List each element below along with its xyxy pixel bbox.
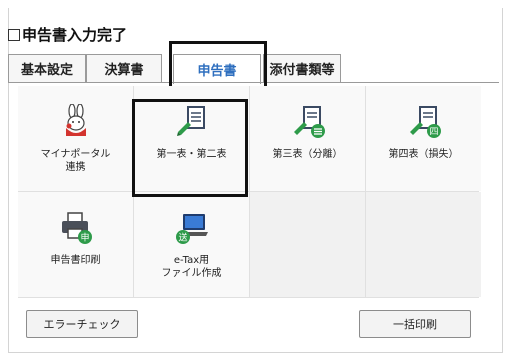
edit-document-separate-icon: [290, 104, 326, 140]
tab-tax-return[interactable]: 申告書: [173, 54, 261, 84]
error-check-button[interactable]: エラーチェック: [26, 310, 138, 338]
tile-etax-file[interactable]: 送 e-Tax用 ファイル作成: [134, 192, 249, 297]
tile-label: 第一表・第二表: [156, 149, 227, 160]
laptop-send-icon: 送: [174, 210, 210, 246]
mynaportal-rabbit-icon: [58, 103, 94, 140]
tile-mynaportal[interactable]: マイナポータル 連携: [18, 86, 133, 191]
tab-baseline: [8, 82, 499, 83]
svg-text:送: 送: [178, 232, 187, 244]
edit-document-icon: [174, 104, 210, 140]
tile-form-4[interactable]: 四 第四表（損失）: [366, 86, 481, 191]
tile-label: 第三表（分離）: [272, 149, 343, 160]
tile-print-return[interactable]: 申 申告書印刷: [18, 192, 133, 297]
tab-financial-statements[interactable]: 決算書: [86, 54, 162, 82]
tab-attachments[interactable]: 添付書類等: [263, 54, 341, 82]
empty-tile: [250, 192, 365, 297]
tile-label: e-Tax用 ファイル作成: [161, 255, 222, 279]
svg-text:四: 四: [429, 128, 438, 138]
tile-form-1-2[interactable]: 第一表・第二表: [134, 86, 249, 191]
tile-label: 第四表（損失）: [388, 149, 459, 160]
tab-basic-settings[interactable]: 基本設定: [8, 54, 86, 82]
completion-checkbox-row[interactable]: 申告書入力完了: [8, 24, 127, 45]
batch-print-button[interactable]: 一括印刷: [359, 310, 471, 338]
edit-document-loss-icon: 四: [406, 104, 442, 140]
form-tile-grid: マイナポータル 連携 第一表・第二表 第三表（分離） 四 第四表（損失） 申 申…: [18, 86, 481, 298]
printer-icon: 申: [58, 210, 94, 246]
tile-form-3[interactable]: 第三表（分離）: [250, 86, 365, 191]
empty-tile: [366, 192, 481, 297]
svg-text:申: 申: [80, 232, 89, 244]
tile-label: 申告書印刷: [50, 255, 101, 266]
completion-label: 申告書入力完了: [22, 26, 128, 44]
completion-checkbox[interactable]: [8, 28, 20, 41]
tile-label: マイナポータル 連携: [40, 149, 111, 173]
